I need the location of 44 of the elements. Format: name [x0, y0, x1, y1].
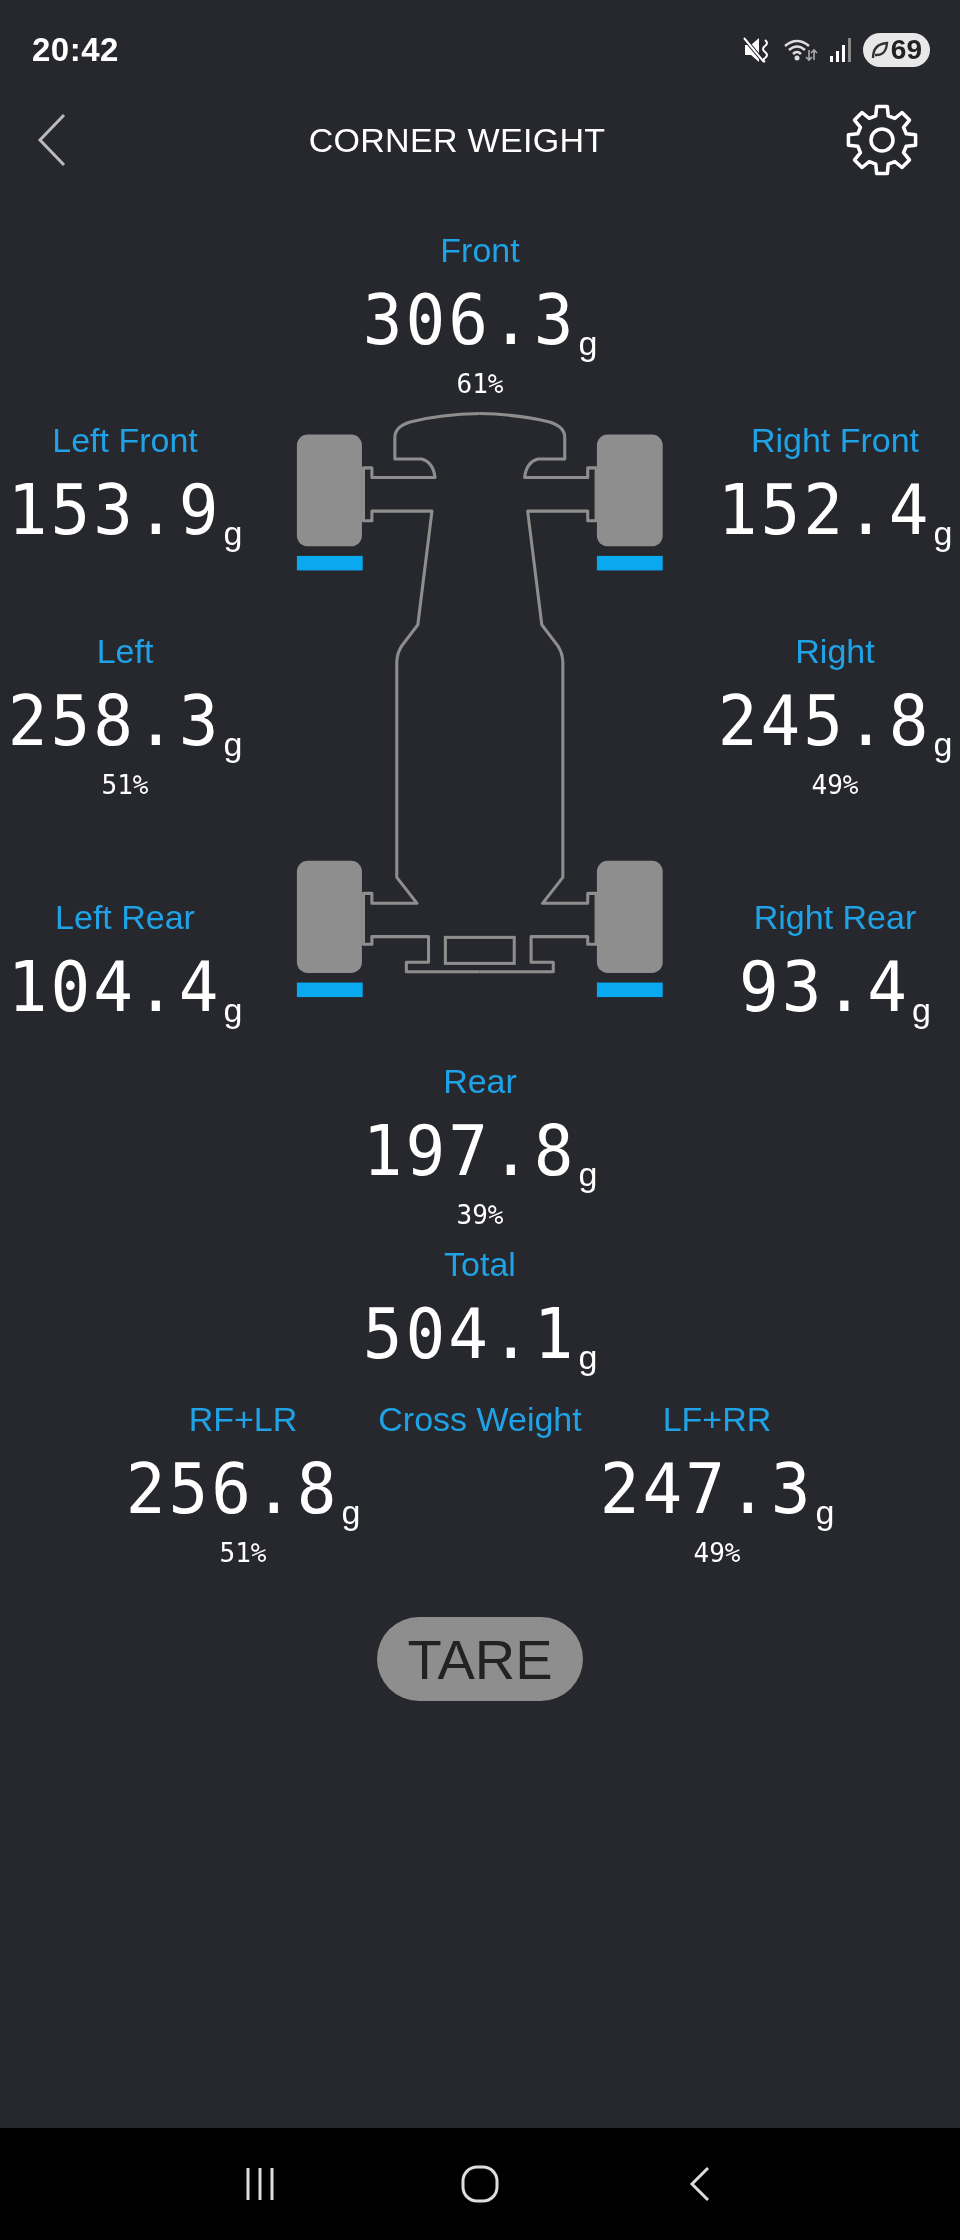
weight-value: 152.4 [717, 476, 932, 546]
readout-label: Total [444, 1244, 516, 1284]
weight-value: 153.9 [7, 476, 222, 546]
percent-value: 39% [456, 1199, 504, 1231]
readout-label: Left Rear [55, 897, 195, 937]
readout-label: Rear [443, 1061, 517, 1101]
readout-label: Right Front [750, 420, 920, 460]
unit-label: g [815, 1495, 835, 1529]
unit-label: g [341, 1495, 361, 1529]
percent-value: 61% [456, 368, 504, 400]
page-title: CORNER WEIGHT [308, 120, 606, 160]
unit-label: g [933, 727, 953, 761]
readout-label: Left [96, 631, 154, 671]
battery-indicator: 69 [862, 33, 930, 67]
weight-value: 256.8 [125, 1455, 340, 1525]
unit-label: g [223, 727, 243, 761]
unit-label: g [933, 516, 953, 550]
tare-button[interactable]: TARE [377, 1617, 583, 1701]
weight-value: 306.3 [362, 286, 577, 356]
weight-value: 197.8 [362, 1117, 577, 1187]
readout-label: RF+LR [188, 1399, 298, 1439]
unit-label: g [223, 993, 243, 1027]
unit-label: g [223, 516, 243, 550]
percent-value: 49% [811, 769, 859, 801]
weight-value: 245.8 [717, 687, 932, 757]
unit-label: g [578, 326, 598, 360]
percent-value: 49% [693, 1537, 741, 1569]
percent-value: 51% [101, 769, 149, 801]
unit-label: g [912, 993, 931, 1027]
readout-label: Front [440, 230, 520, 270]
readout-label: LF+RR [662, 1399, 772, 1439]
weight-value: 104.4 [7, 953, 222, 1023]
cross-weight-label: Cross Weight [377, 1399, 583, 1439]
unit-label: g [578, 1157, 598, 1191]
readout-label: Right Rear [753, 897, 917, 937]
weight-value: 258.3 [7, 687, 222, 757]
weight-value: 93.4 [739, 953, 910, 1023]
weight-value: 247.3 [599, 1455, 814, 1525]
weight-value: 504.1 [362, 1300, 577, 1370]
readout-label: Right [795, 631, 875, 671]
readout-label: Left Front [52, 420, 198, 460]
unit-label: g [578, 1340, 598, 1374]
status-time: 20:42 [32, 31, 119, 69]
percent-value: 51% [219, 1537, 267, 1569]
